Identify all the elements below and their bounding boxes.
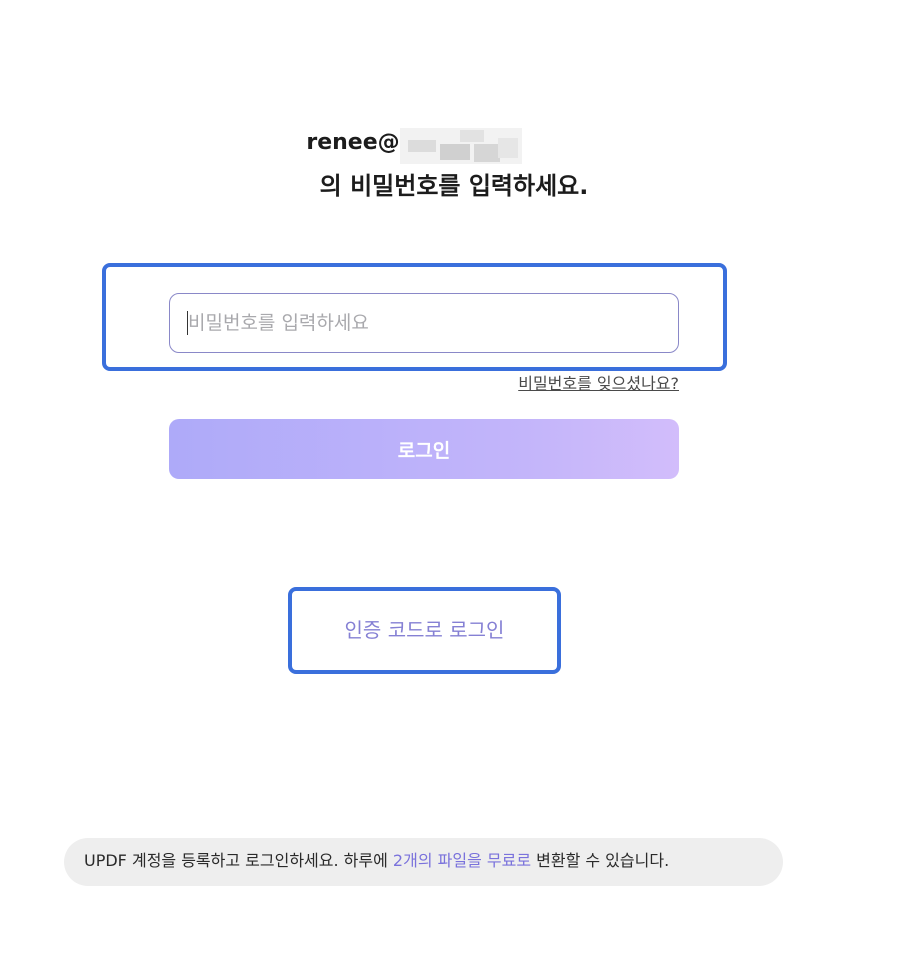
password-input[interactable] — [169, 293, 679, 353]
login-page: renee@ 의 비밀번호를 입력하세요. 비밀번호를 잊으셨나요? 로그인 인… — [0, 0, 908, 965]
free-usage-banner: UPDF 계정을 등록하고 로그인하세요. 하루에 2개의 파일을 무료로 변환… — [64, 838, 783, 886]
code-login-link[interactable]: 인증 코드로 로그인 — [292, 591, 557, 670]
login-button[interactable]: 로그인 — [169, 419, 679, 479]
redacted-email-blur — [399, 126, 522, 166]
account-email: renee@ — [0, 126, 908, 166]
banner-text-highlight: 2개의 파일을 무료로 — [392, 851, 532, 870]
banner-text-suffix: 변환할 수 있습니다. — [531, 851, 670, 870]
text-caret — [187, 311, 188, 335]
forgot-password-link[interactable]: 비밀번호를 잊으셨나요? — [486, 372, 679, 396]
email-text: renee@ — [306, 130, 400, 155]
banner-text-prefix: UPDF 계정을 등록하고 로그인하세요. 하루에 — [84, 851, 393, 870]
page-title: 의 비밀번호를 입력하세요. — [319, 172, 589, 200]
